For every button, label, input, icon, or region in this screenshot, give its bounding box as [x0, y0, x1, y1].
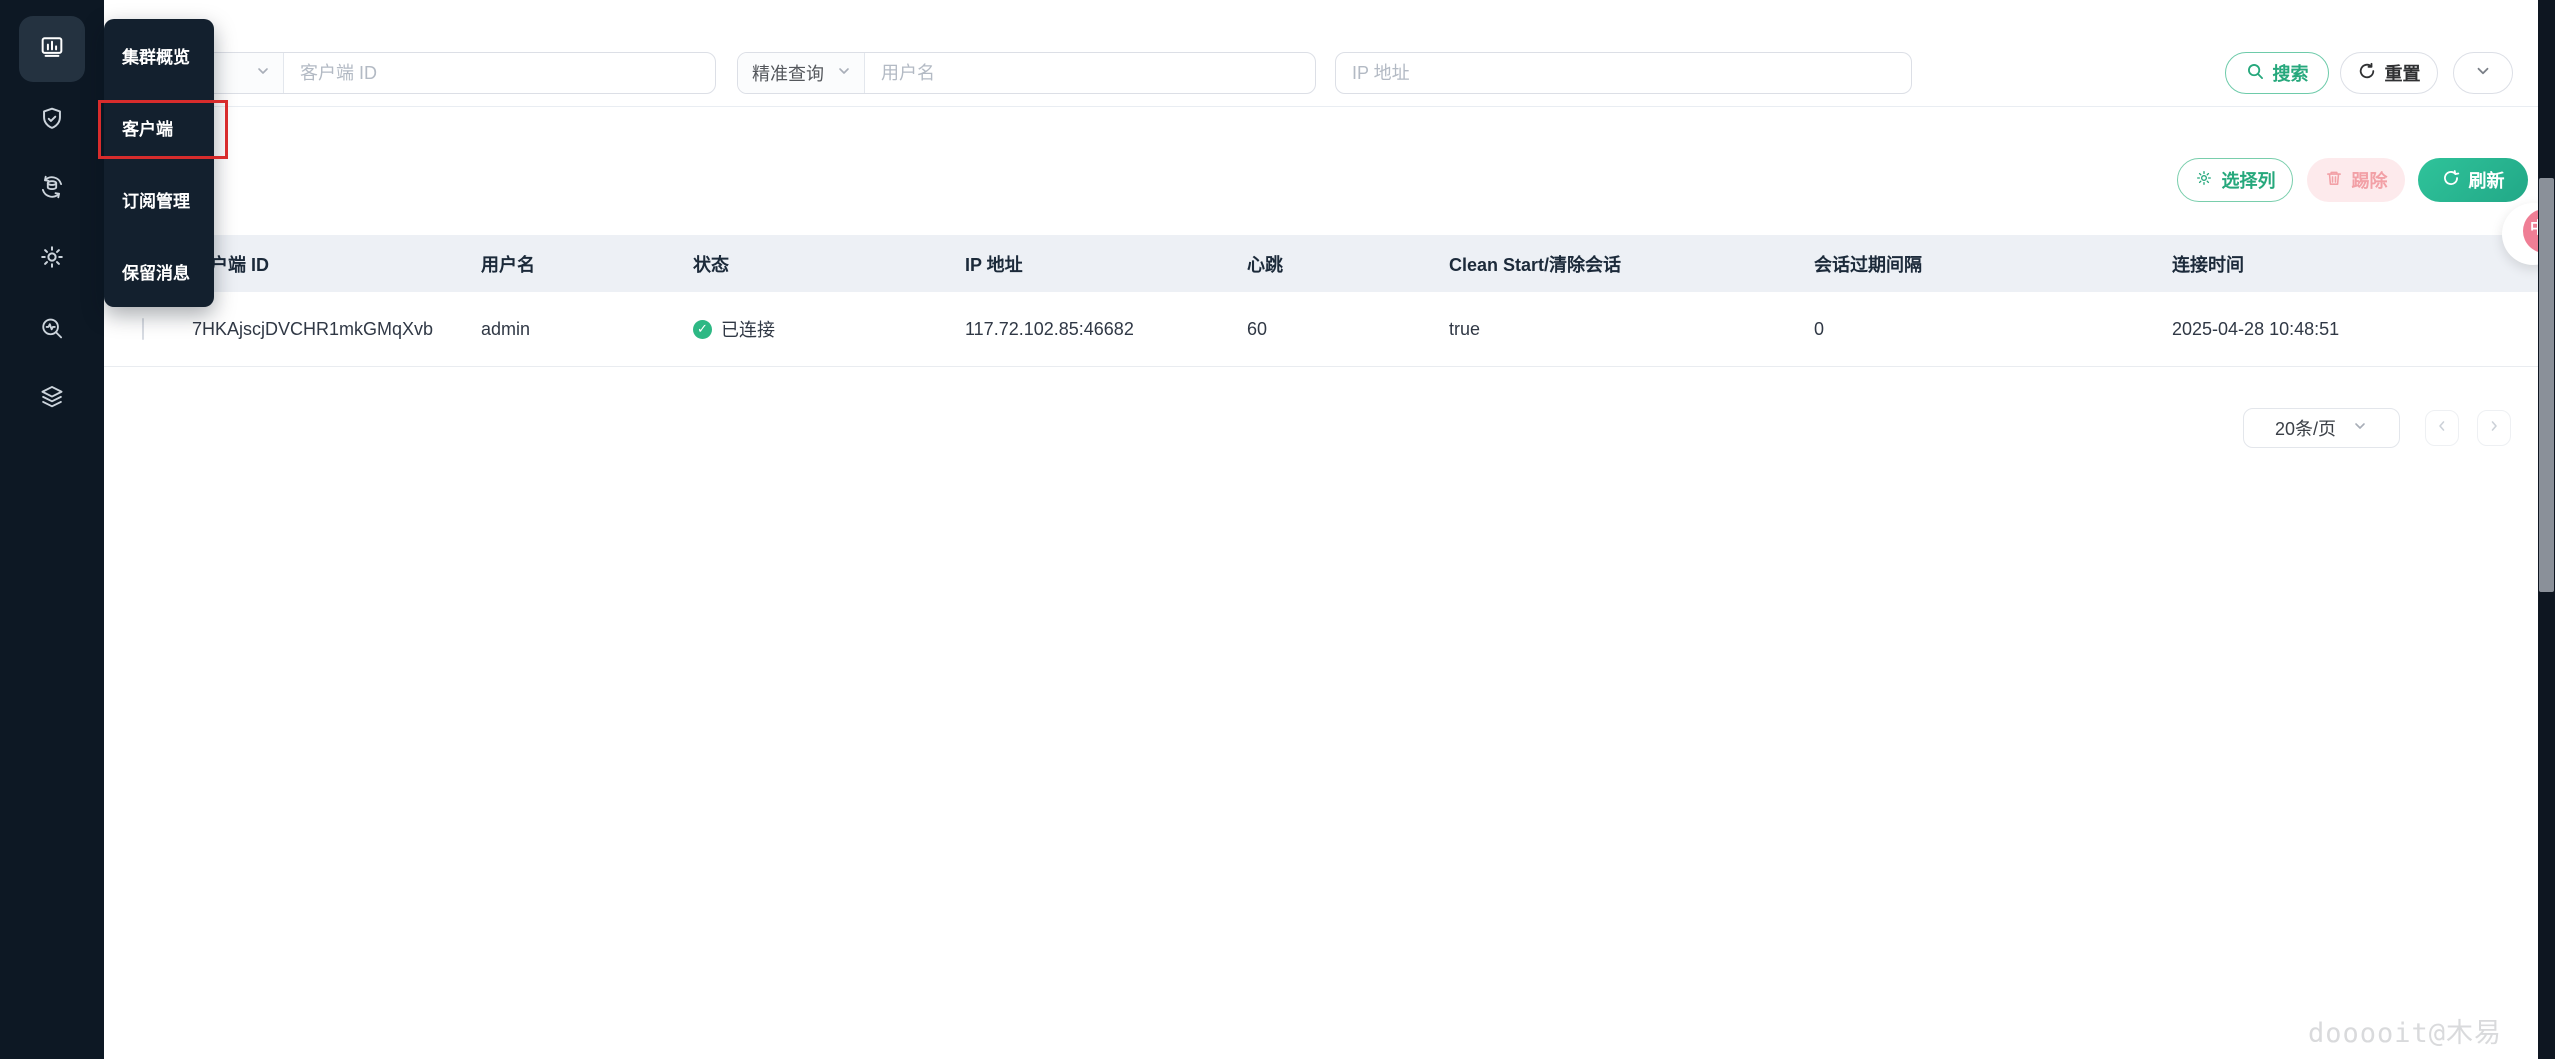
search-button[interactable]: 搜索 — [2225, 52, 2329, 94]
connected-at-value: 2025-04-28 10:48:51 — [2172, 318, 2340, 339]
ip-filter-group — [1335, 52, 1912, 94]
client-id-input[interactable] — [284, 53, 715, 93]
query-mode-value: 精准查询 — [752, 64, 824, 84]
reset-button-label: 重置 — [2384, 64, 2421, 84]
database-sync-icon — [38, 173, 66, 206]
reset-icon — [2358, 62, 2376, 85]
dashboard-icon — [38, 33, 66, 66]
chevron-down-icon — [255, 63, 271, 84]
col-ip: IP 地址 — [965, 254, 1023, 275]
page-size-select[interactable]: 20条/页 — [2243, 408, 2400, 448]
search-button-label: 搜索 — [2272, 64, 2309, 84]
sidebar-item-diagnose[interactable] — [19, 298, 85, 364]
username-filter-group: 精准查询 — [737, 52, 1316, 94]
kick-button-label: 踢除 — [2351, 171, 2388, 191]
scrollbar-track[interactable] — [2538, 0, 2555, 1059]
clean-start-value: true — [1449, 318, 1481, 339]
sidebar-flyout-menu: 集群概览 客户端 订阅管理 保留消息 — [104, 19, 214, 307]
menu-item-cluster-overview[interactable]: 集群概览 — [104, 19, 214, 91]
select-columns-label: 选择列 — [2221, 171, 2276, 191]
query-mode-select[interactable]: 精准查询 — [738, 53, 865, 93]
shield-check-icon — [38, 105, 66, 138]
username-input[interactable] — [865, 53, 1315, 93]
page-size-value: 20条/页 — [2274, 419, 2337, 439]
check-circle-icon — [693, 319, 712, 339]
refresh-button-label: 刷新 — [2468, 171, 2505, 191]
expand-filters-button[interactable] — [2453, 52, 2513, 94]
chevron-down-icon — [836, 63, 852, 84]
session-expiry-value: 0 — [1814, 318, 1825, 339]
filter-bar: 精准查询 搜索 重置 — [104, 0, 2538, 107]
table-row: 7HKAjscjDVCHR1mkGMqXvb admin 已连接 117.72.… — [104, 292, 2538, 367]
search-icon — [2246, 62, 2264, 85]
gear-icon — [2195, 169, 2213, 192]
watermark: dooooit@木易 — [2307, 1018, 2502, 1049]
ip-address-input[interactable] — [1336, 53, 1911, 93]
sidebar-item-data-integration[interactable] — [19, 156, 85, 222]
reset-button[interactable]: 重置 — [2340, 52, 2438, 94]
menu-item-retained-messages[interactable]: 保留消息 — [104, 235, 214, 307]
chevron-down-icon — [2352, 418, 2368, 439]
chevron-down-icon — [2474, 62, 2492, 85]
col-username: 用户名 — [481, 254, 535, 275]
sidebar-item-monitoring[interactable] — [19, 16, 85, 82]
chevron-left-icon — [2434, 418, 2450, 439]
table-header: 客户端 ID 用户名 状态 IP 地址 心跳 Clean Start/清除会话 … — [104, 235, 2538, 292]
ip-value: 117.72.102.85:46682 — [965, 318, 1134, 339]
main-content: 精准查询 搜索 重置 选择列 — [104, 0, 2538, 1059]
menu-item-subscriptions[interactable]: 订阅管理 — [104, 163, 214, 235]
prev-page-button[interactable] — [2425, 410, 2459, 446]
status-badge: 已连接 — [721, 320, 775, 340]
trash-icon — [2325, 169, 2343, 192]
layers-icon — [38, 383, 66, 416]
refresh-icon — [2442, 169, 2460, 192]
keepalive-value: 60 — [1247, 318, 1268, 339]
col-clean-start: Clean Start/清除会话 — [1449, 254, 1622, 275]
scrollbar-thumb[interactable] — [2539, 178, 2554, 592]
select-columns-button[interactable]: 选择列 — [2177, 158, 2293, 202]
client-id-filter-group — [140, 52, 716, 94]
sidebar-item-extensions[interactable] — [19, 366, 85, 432]
username-value: admin — [481, 318, 531, 339]
col-session-expiry: 会话过期间隔 — [1814, 254, 1922, 275]
sidebar-item-access-control[interactable] — [19, 88, 85, 154]
col-client-id: 客户端 ID — [192, 254, 270, 275]
status-cell: 已连接 — [693, 316, 965, 342]
col-status: 状态 — [693, 254, 729, 275]
next-page-button[interactable] — [2477, 410, 2511, 446]
app-window: 精准查询 搜索 重置 选择列 — [0, 0, 2555, 1059]
sidebar-item-management[interactable] — [19, 226, 85, 292]
col-keepalive: 心跳 — [1247, 254, 1283, 275]
row-checkbox[interactable] — [142, 317, 144, 340]
kick-button[interactable]: 踢除 — [2307, 158, 2405, 202]
gear-icon — [38, 243, 66, 276]
col-connected-at: 连接时间 — [2172, 254, 2244, 275]
chevron-right-icon — [2486, 418, 2502, 439]
monitor-search-icon — [38, 315, 66, 348]
menu-item-clients[interactable]: 客户端 — [104, 91, 214, 163]
sidebar — [0, 0, 104, 1059]
refresh-button[interactable]: 刷新 — [2418, 158, 2528, 202]
client-id-link[interactable]: 7HKAjscjDVCHR1mkGMqXvb — [192, 319, 481, 340]
